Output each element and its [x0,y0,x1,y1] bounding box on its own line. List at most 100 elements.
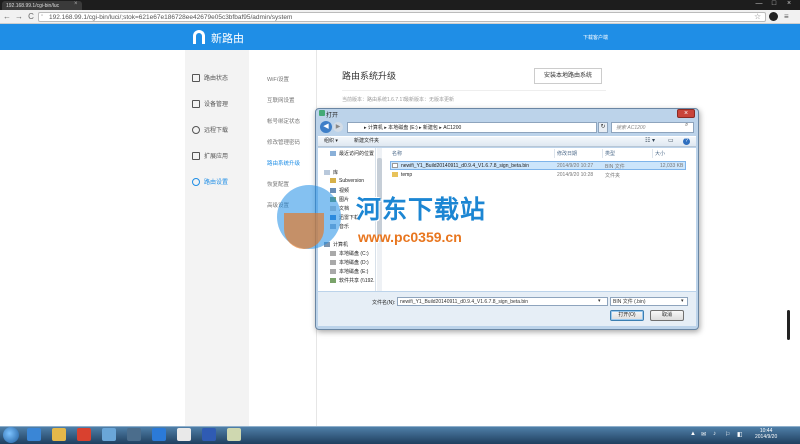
ie-icon[interactable] [27,428,41,441]
nav-item-apps[interactable]: 扩展应用 [192,151,228,163]
tree-item[interactable]: 库 [324,169,338,176]
tree-item[interactable]: Subversion [330,178,364,184]
dialog-search-input[interactable]: 搜索 AC1200 [611,122,694,133]
nav-label: 扩展应用 [204,154,229,160]
dialog-forward-icon[interactable]: ▶ [333,122,343,132]
nav-item-settings[interactable]: 路由设置 [192,177,228,189]
dialog-path-bar[interactable]: ▸ 计算机 ▸ 本地磁盘 (E:) ▸ 新建包 ▸ AC1200 [347,122,597,133]
dialog-app-icon [319,110,325,116]
tray-expand-icon[interactable]: ▲ [690,431,696,437]
filename-label: 文件名(N): [372,300,396,306]
filetype-dropdown-icon[interactable]: ▾ [681,298,684,304]
tree-item[interactable]: 视频 [330,187,349,194]
settings-icon [192,178,200,187]
tray-network-icon[interactable]: ◧ [737,431,743,438]
folder-name-text: temp [401,172,413,178]
filename-dropdown-icon[interactable]: ▾ [598,298,601,304]
subnav-wifi[interactable]: WiFi设置 [267,75,289,83]
clock[interactable]: 10:44 2014/9/20 [755,428,777,440]
window-close-icon[interactable]: × [782,0,796,9]
search-icon[interactable]: ⌕ [685,122,688,129]
dialog-close-icon[interactable]: × [677,109,695,118]
nav-item-download[interactable]: 远程下载 [192,125,228,137]
subnav-password[interactable]: 修改管理密码 [267,138,300,146]
tree-item[interactable]: 软件共享 (\\192. [330,277,375,284]
view-options-icon[interactable]: ☷ ▾ [645,137,655,144]
file-name[interactable]: newifi_Y1_Build20140911_d0.9.4_V1.6.7.8_… [392,163,529,169]
nav-item-devices[interactable]: 设备管理 [192,99,228,111]
column-name[interactable]: 名称 [392,150,402,157]
chrome-icon[interactable] [77,428,91,441]
disk-icon [330,251,336,257]
tray-mail-icon[interactable]: ✉ [701,431,706,438]
folder-icon [392,172,398,178]
devices-icon [192,100,200,109]
preview-pane-icon[interactable]: ▭ [668,137,674,144]
folder-icon[interactable] [52,428,66,441]
page-icon: ▫ [41,13,44,19]
watermark-text: 河东下载站 [356,196,487,224]
nav-item-router-status[interactable]: 路由状态 [192,73,228,85]
filename-input[interactable]: newifi_Y1_Build20140911_d0.9.4_V1.6.7.8_… [397,297,608,306]
back-arrow-icon[interactable]: ← [2,11,12,23]
browser-title-bar [0,0,800,10]
column-type[interactable]: 类型 [605,150,615,157]
column-date[interactable]: 修改日期 [557,150,577,157]
tray-volume-icon[interactable]: ♪ [713,431,716,437]
new-folder-button[interactable]: 新建文件夹 [354,137,379,146]
page-scrollbar[interactable] [787,310,790,340]
disk-icon [330,269,336,275]
filetype-select[interactable]: BIN 文件 (.bin) [610,297,688,306]
subnav-account[interactable]: 帐号绑定状态 [267,117,300,125]
url-text: 192.168.99.1/cgi-bin/luci/;stok=621e67e1… [49,14,293,21]
subnav-internet[interactable]: 互联网设置 [267,96,295,104]
app-header [0,24,800,50]
tree-item[interactable]: 本地磁盘 (C:) [330,250,369,257]
tree-item[interactable]: 最近访问的位置 [330,150,374,157]
bookmark-star-icon[interactable]: ☆ [754,12,761,21]
subnav-restore[interactable]: 恢复配置 [267,180,289,188]
refresh-icon[interactable]: ↻ [598,122,608,133]
file-name-text: newifi_Y1_Build20140911_d0.9.4_V1.6.7.8_… [401,163,530,169]
tree-item[interactable]: 本地磁盘 (E:) [330,268,368,275]
maximize-icon[interactable]: □ [767,0,781,9]
network-drive-icon [330,278,336,284]
install-local-button[interactable]: 安装本地路由系统 [534,68,602,84]
start-button-icon[interactable] [3,427,19,443]
logo-text: 新路由 [211,33,244,45]
organize-button[interactable]: 组织 ▾ [324,137,338,146]
browser-tab[interactable]: 192.168.99.1/cgi-bin/luc [2,1,82,10]
column-separator [554,149,555,158]
download-client-link[interactable]: 下载客户端 [583,34,608,41]
tray-flag-icon[interactable]: ⚐ [725,431,730,438]
terminal-icon[interactable] [127,428,141,441]
forward-arrow-icon[interactable]: → [14,11,24,23]
folder-row[interactable]: temp [392,172,412,178]
tree-label: 最近访问的位置 [339,151,375,157]
tab-title: 192.168.99.1/cgi-bin/luc [6,3,60,9]
word-icon[interactable] [202,428,216,441]
column-separator [652,149,653,158]
explorer-icon[interactable] [227,428,241,441]
tree-item[interactable]: 本地磁盘 (D:) [330,259,369,266]
tab-close-icon[interactable]: × [74,1,78,7]
browser-menu-icon[interactable]: ≡ [784,12,789,21]
file-date: 2014/9/20 10:27 [557,163,594,169]
open-button[interactable]: 打开(O) [610,310,644,321]
tree-label: 本地磁盘 (E:) [339,269,369,275]
cancel-button[interactable]: 取消 [650,310,684,321]
dialog-back-icon[interactable]: ◀ [320,121,332,133]
subnav-upgrade[interactable]: 路由系统升级 [267,159,300,167]
extension-icon[interactable] [769,12,778,21]
help-icon[interactable]: ? [683,138,690,145]
nav-label: 设备管理 [204,102,229,108]
network-icon[interactable] [102,428,116,441]
qq-icon[interactable] [177,428,191,441]
url-input[interactable]: 192.168.99.1/cgi-bin/luci/;stok=621e67e1… [38,12,766,22]
minimize-icon[interactable]: — [752,0,766,9]
page-title: 路由系统升级 [342,71,397,81]
sogou-icon[interactable] [152,428,166,441]
column-size[interactable]: 大小 [655,150,665,157]
reload-icon[interactable]: C [26,11,36,23]
download-icon [192,126,200,135]
